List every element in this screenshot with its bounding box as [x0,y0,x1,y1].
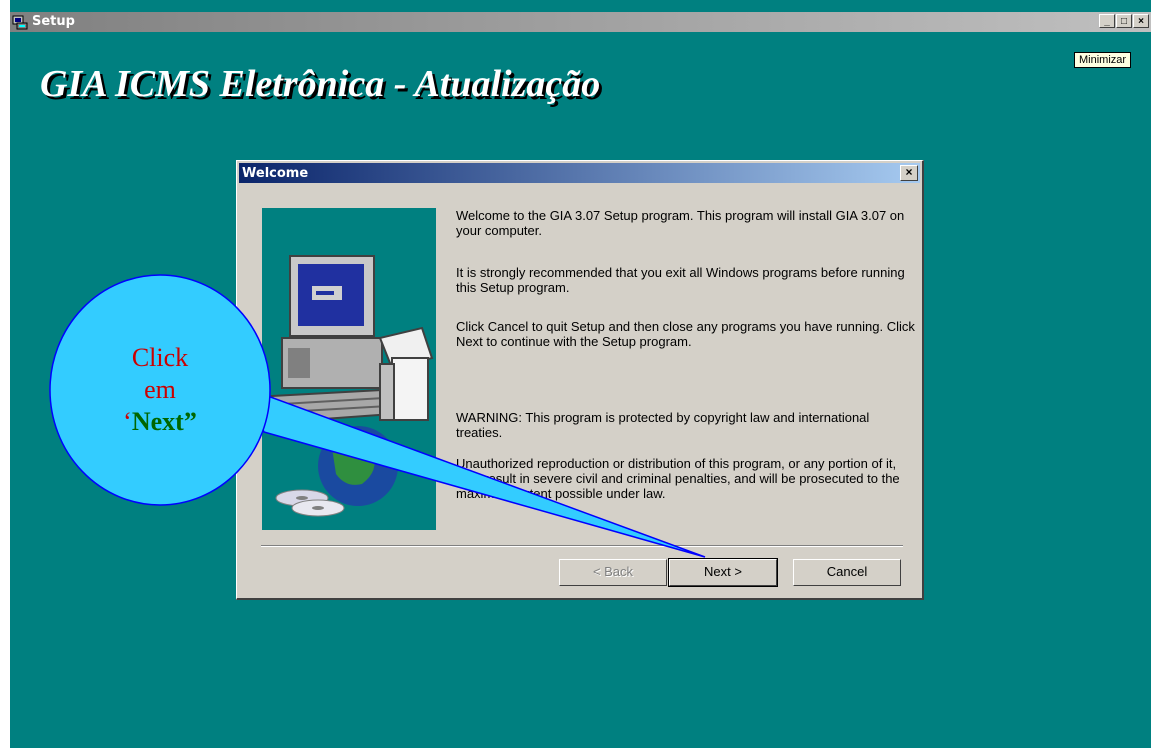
callout-open-quote: ‘ [123,407,132,436]
callout-next-word: Next” [131,407,197,436]
callout-line-next: ‘Next” [80,406,240,438]
callout-line-em: em [144,375,176,404]
callout-line-click: Click [131,343,189,372]
